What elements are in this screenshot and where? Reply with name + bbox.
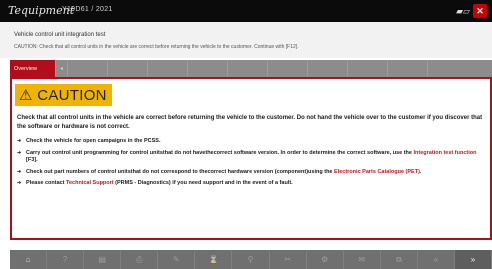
window-icon[interactable]: ⧉ <box>381 250 418 269</box>
caution-list: ➜ Check the vehicle for open campaigns i… <box>17 138 487 192</box>
integration-test-link[interactable]: Integration test function <box>414 150 477 156</box>
tab-3[interactable] <box>108 60 148 77</box>
tools-icon[interactable]: ✂ <box>270 250 307 269</box>
settings-icon[interactable]: ⚙ <box>307 250 344 269</box>
tab-bar: Overview ◂ <box>10 60 492 77</box>
tab-5[interactable] <box>188 60 228 77</box>
list-item: ➜ Check out part numbers of control unit… <box>17 169 487 177</box>
list-item: ➜ Please contact Technical Support (PRMS… <box>17 180 487 188</box>
arrow-icon: ➜ <box>17 180 22 186</box>
search-icon[interactable]: ⚲ <box>232 250 270 269</box>
arrow-icon: ➜ <box>17 138 22 144</box>
print-icon[interactable]: ⎙ <box>121 250 159 269</box>
warning-icon: ⚠ <box>19 87 33 104</box>
timer-icon[interactable]: ⏳ <box>195 250 233 269</box>
bullet-text: Check the vehicle for open campaigns in … <box>26 138 161 144</box>
tab-7[interactable] <box>268 60 308 77</box>
arrow-icon: ➜ <box>17 168 22 175</box>
bullet-text: Please contact Technical Support (PRMS -… <box>26 180 293 186</box>
caution-heading: ⚠ CAUTION <box>19 86 107 104</box>
list-item: ➜ Carry out control unit programming for… <box>17 150 487 165</box>
arrow-icon: ➜ <box>17 149 22 156</box>
tab-8[interactable] <box>308 60 348 77</box>
tab-10[interactable] <box>388 60 428 77</box>
home-icon[interactable]: ⌂ <box>10 250 48 269</box>
caution-panel: ⚠ CAUTION Check that all control units i… <box>10 77 492 240</box>
help-icon[interactable]: ? <box>47 250 85 269</box>
tab-9[interactable] <box>348 60 388 77</box>
forward-icon[interactable]: » <box>454 250 492 269</box>
caution-title: CAUTION <box>37 87 107 104</box>
tab-separator-icon: ◂ <box>56 60 68 77</box>
bullet-text: Carry out control unit programming for c… <box>26 149 477 164</box>
list-item: ➜ Check the vehicle for open campaigns i… <box>17 138 487 146</box>
signal-icon: ▰▱ <box>456 5 470 16</box>
page-header <box>0 22 492 58</box>
caution-intro: Check that all control units in the vehi… <box>17 115 483 130</box>
tab-overview[interactable]: Overview <box>10 60 56 77</box>
page-title: Vehicle control unit integration test <box>14 32 106 38</box>
edit-icon[interactable]: ✎ <box>158 250 196 269</box>
tab-6[interactable] <box>228 60 268 77</box>
technical-support-link[interactable]: Technical Support <box>66 180 114 186</box>
list-icon[interactable]: ▤ <box>84 250 122 269</box>
instruction-text: CAUTION: Check that all control units in… <box>14 44 299 50</box>
tab-4[interactable] <box>148 60 188 77</box>
vehicle-id: Y19D61 / 2021 <box>62 6 113 13</box>
bullet-text: Check out part numbers of control unitst… <box>26 168 422 175</box>
parts-catalogue-link[interactable]: Electronic Parts Catalogue (PET) <box>334 169 420 175</box>
caution-banner: ⚠ CAUTION <box>15 84 112 106</box>
close-button[interactable]: ✕ <box>473 4 487 18</box>
tab-2[interactable] <box>68 60 108 77</box>
back-icon[interactable]: « <box>418 250 455 269</box>
bottom-toolbar: ⌂ ? ▤ ⎙ ✎ ⏳ ⚲ ✂ ⚙ ✉ ⧉ « » <box>10 250 492 269</box>
message-icon[interactable]: ✉ <box>344 250 381 269</box>
title-bar: Tequipment Y19D61 / 2021 ▰▱ ✕ <box>0 0 492 22</box>
